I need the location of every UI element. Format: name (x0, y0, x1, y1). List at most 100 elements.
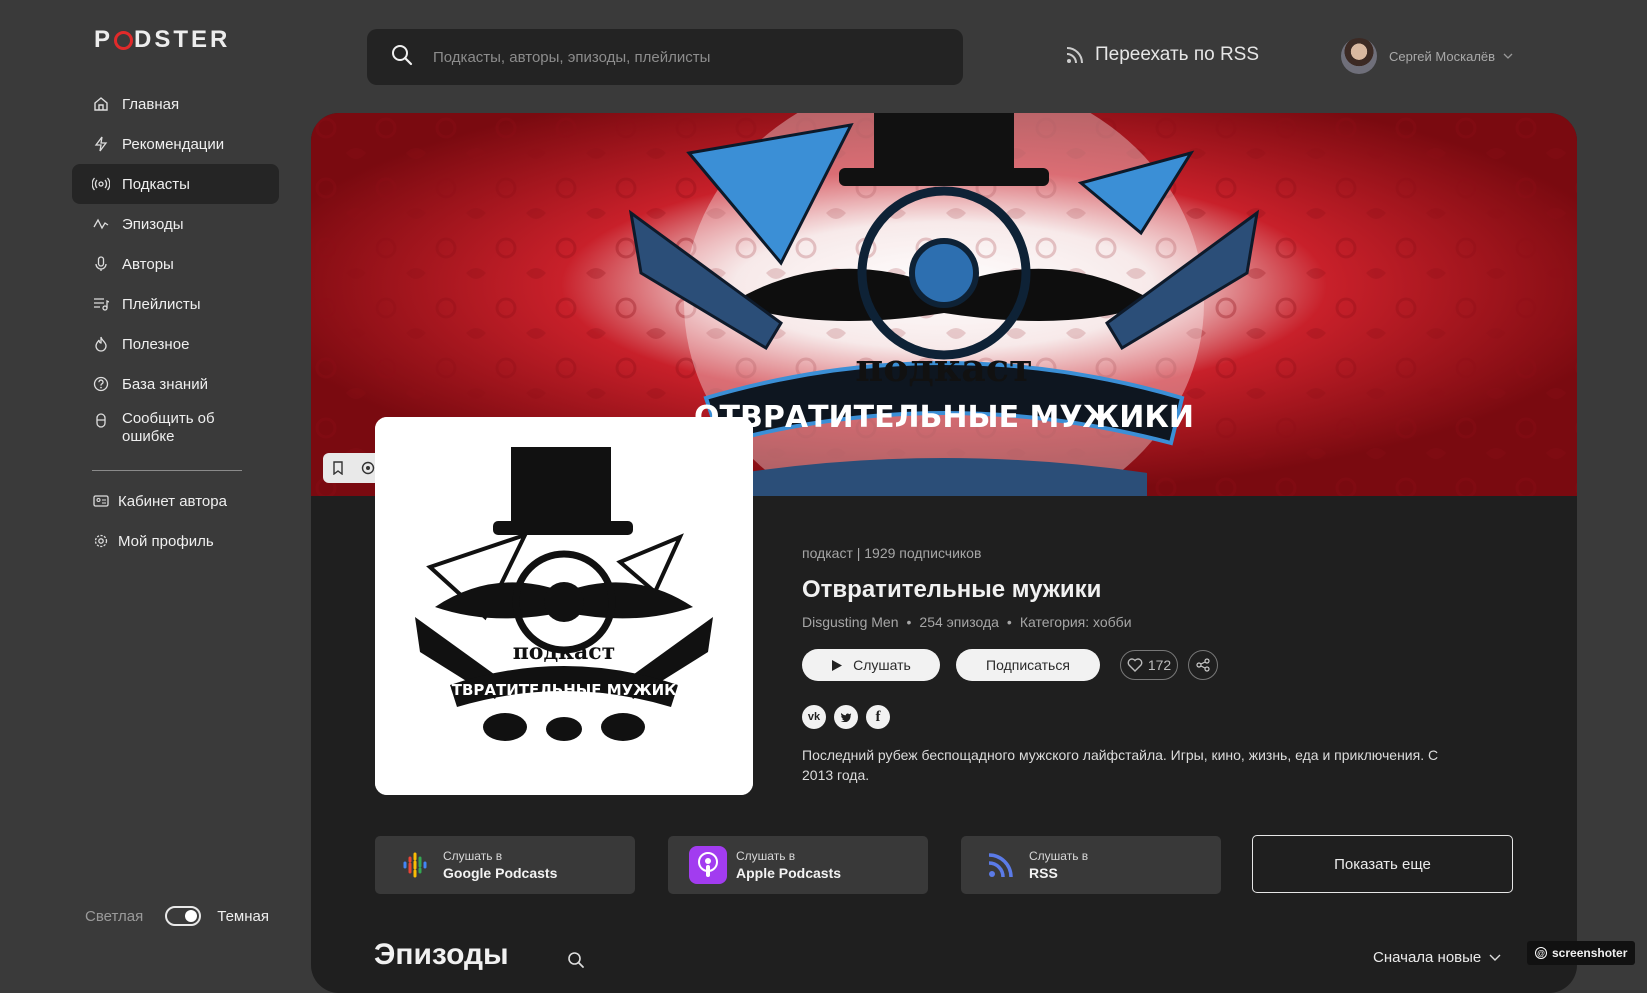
show-more-button[interactable]: Показать еще (1252, 835, 1513, 893)
rss-move-link[interactable]: Переехать по RSS (1065, 44, 1259, 66)
sidebar-nav: Главная Рекомендации Подкасты Эпизоды Ав… (72, 84, 279, 561)
rss-link[interactable]: Слушать в RSS (961, 836, 1221, 894)
google-podcasts-link[interactable]: Слушать в Google Podcasts (375, 836, 635, 894)
subscribe-button[interactable]: Подписаться (956, 649, 1100, 681)
question-icon (92, 375, 110, 393)
playlist-icon (92, 295, 110, 313)
separator-dot: • (906, 614, 912, 630)
separator-dot: • (1006, 614, 1012, 630)
search-icon[interactable] (391, 44, 413, 71)
social-share: vk f (802, 705, 898, 729)
podcast-author[interactable]: Disgusting Men (802, 614, 899, 630)
podster-logo[interactable]: P DSTER (94, 26, 230, 54)
rss-icon (981, 845, 1021, 885)
sidebar-item-label: Кабинет автора (118, 492, 227, 510)
sidebar-item-useful[interactable]: Полезное (72, 324, 279, 364)
bug-icon (92, 411, 110, 429)
podcast-category[interactable]: Категория: хобби (1020, 614, 1132, 630)
banner-title-ribbon: ОТВРАТИТЕЛЬНЫЕ МУЖИКИ (694, 400, 1194, 435)
sidebar-item-knowledge-base[interactable]: База знаний (72, 364, 279, 404)
play-button-label: Слушать (853, 657, 911, 673)
chevron-down-icon (1489, 954, 1501, 961)
headphones-icon (114, 31, 134, 50)
rss-icon (1066, 47, 1083, 64)
broadcast-icon (92, 175, 110, 193)
podcast-actions: Слушать Подписаться 172 (802, 649, 1218, 681)
podcast-title: Отвратительные мужики (802, 576, 1102, 603)
sidebar-item-label: Сообщить об ошибке (122, 410, 215, 445)
sidebar-item-label: Плейлисты (122, 295, 201, 313)
platform-name: Google Podcasts (443, 865, 558, 881)
platform-prefix: Слушать в (443, 849, 503, 863)
platform-name: RSS (1029, 865, 1058, 881)
sidebar-divider (92, 470, 242, 471)
sort-dropdown[interactable]: Сначала новые (1373, 949, 1501, 966)
sidebar-item-label: Эпизоды (122, 215, 184, 233)
episodes-heading: Эпизоды (374, 938, 509, 971)
avatar (1341, 38, 1377, 74)
sort-label: Сначала новые (1373, 949, 1482, 966)
search-bar (367, 29, 963, 85)
sidebar-item-my-profile[interactable]: Мой профиль (72, 521, 279, 561)
theme-dark-label: Темная (217, 907, 269, 925)
platform-name: Apple Podcasts (736, 865, 842, 881)
search-input[interactable] (431, 47, 935, 67)
microphone-icon (92, 255, 110, 273)
banner-podcast-word: подкаст (855, 345, 1032, 390)
sidebar-item-playlists[interactable]: Плейлисты (72, 284, 279, 324)
sidebar-item-label: Рекомендации (122, 135, 225, 153)
share-button[interactable] (1188, 650, 1218, 680)
toggle-knob (185, 910, 198, 922)
apple-podcasts-icon (688, 845, 728, 885)
user-name: Сергей Москалёв (1389, 48, 1496, 64)
sidebar-item-podcasts[interactable]: Подкасты (72, 164, 279, 204)
sidebar-item-label: Подкасты (122, 175, 190, 193)
screenshoter-watermark: @ screenshoter (1527, 941, 1636, 965)
sidebar-item-label: Мой профиль (118, 532, 214, 550)
platform-links: Слушать в Google Podcasts Слушать в Apple … (375, 836, 1254, 894)
google-podcasts-icon (395, 845, 435, 885)
episode-count: 254 эпизода (919, 614, 999, 630)
home-icon (92, 95, 110, 113)
watermark-label: screenshoter (1552, 946, 1628, 960)
sidebar-item-label: База знаний (122, 375, 208, 393)
sidebar-item-author-cabinet[interactable]: Кабинет автора (72, 481, 279, 521)
vk-icon[interactable]: vk (802, 705, 826, 729)
sidebar-item-report-bug[interactable]: Сообщить об ошибке (72, 404, 279, 460)
rss-move-label: Переехать по RSS (1095, 44, 1260, 65)
flame-icon (92, 335, 110, 353)
podcast-cover: подкаст ОТВРАТИТЕЛЬНЫЕ МУЖИКИ (375, 417, 753, 795)
platform-prefix: Слушать в (736, 849, 796, 863)
facebook-icon[interactable]: f (866, 705, 890, 729)
gear-icon (92, 532, 110, 550)
theme-toggle[interactable] (165, 906, 202, 926)
podcast-meta: подкаст | 1929 подписчиков (802, 545, 982, 561)
twitter-icon[interactable] (834, 705, 858, 729)
theme-switcher: Светлая Темная (85, 906, 269, 926)
at-icon: @ (1535, 947, 1547, 959)
sidebar-item-home[interactable]: Главная (72, 84, 279, 124)
sidebar-item-recommendations[interactable]: Рекомендации (72, 124, 279, 164)
sidebar-item-episodes[interactable]: Эпизоды (72, 204, 279, 244)
banner-actions (323, 453, 383, 483)
heart-icon (1127, 658, 1143, 672)
play-button[interactable]: Слушать (802, 649, 940, 681)
cover-podcast-word: подкаст (513, 639, 616, 665)
id-card-icon (92, 492, 110, 510)
like-count: 172 (1147, 657, 1172, 673)
sidebar-item-label: Полезное (122, 335, 190, 353)
bookmark-icon[interactable] (323, 453, 353, 483)
play-icon (832, 659, 843, 671)
sidebar-item-label: Главная (122, 95, 180, 113)
like-button[interactable]: 172 (1120, 650, 1178, 680)
apple-podcasts-link[interactable]: Слушать в Apple Podcasts (668, 836, 928, 894)
user-menu[interactable]: Сергей Москалёв (1341, 38, 1513, 74)
lightning-icon (92, 135, 110, 153)
subscribe-button-label: Подписаться (986, 657, 1070, 673)
share-icon (1196, 658, 1210, 672)
sidebar-item-label: Авторы (122, 255, 174, 273)
cover-title-ribbon: ОТВРАТИТЕЛЬНЫЕ МУЖИКИ (439, 681, 689, 699)
podcast-subinfo: Disgusting Men • 254 эпизода • Категория… (802, 614, 1132, 630)
sidebar-item-authors[interactable]: Авторы (72, 244, 279, 284)
podcast-description: Последний рубеж беспощадного мужского ла… (802, 747, 1439, 783)
